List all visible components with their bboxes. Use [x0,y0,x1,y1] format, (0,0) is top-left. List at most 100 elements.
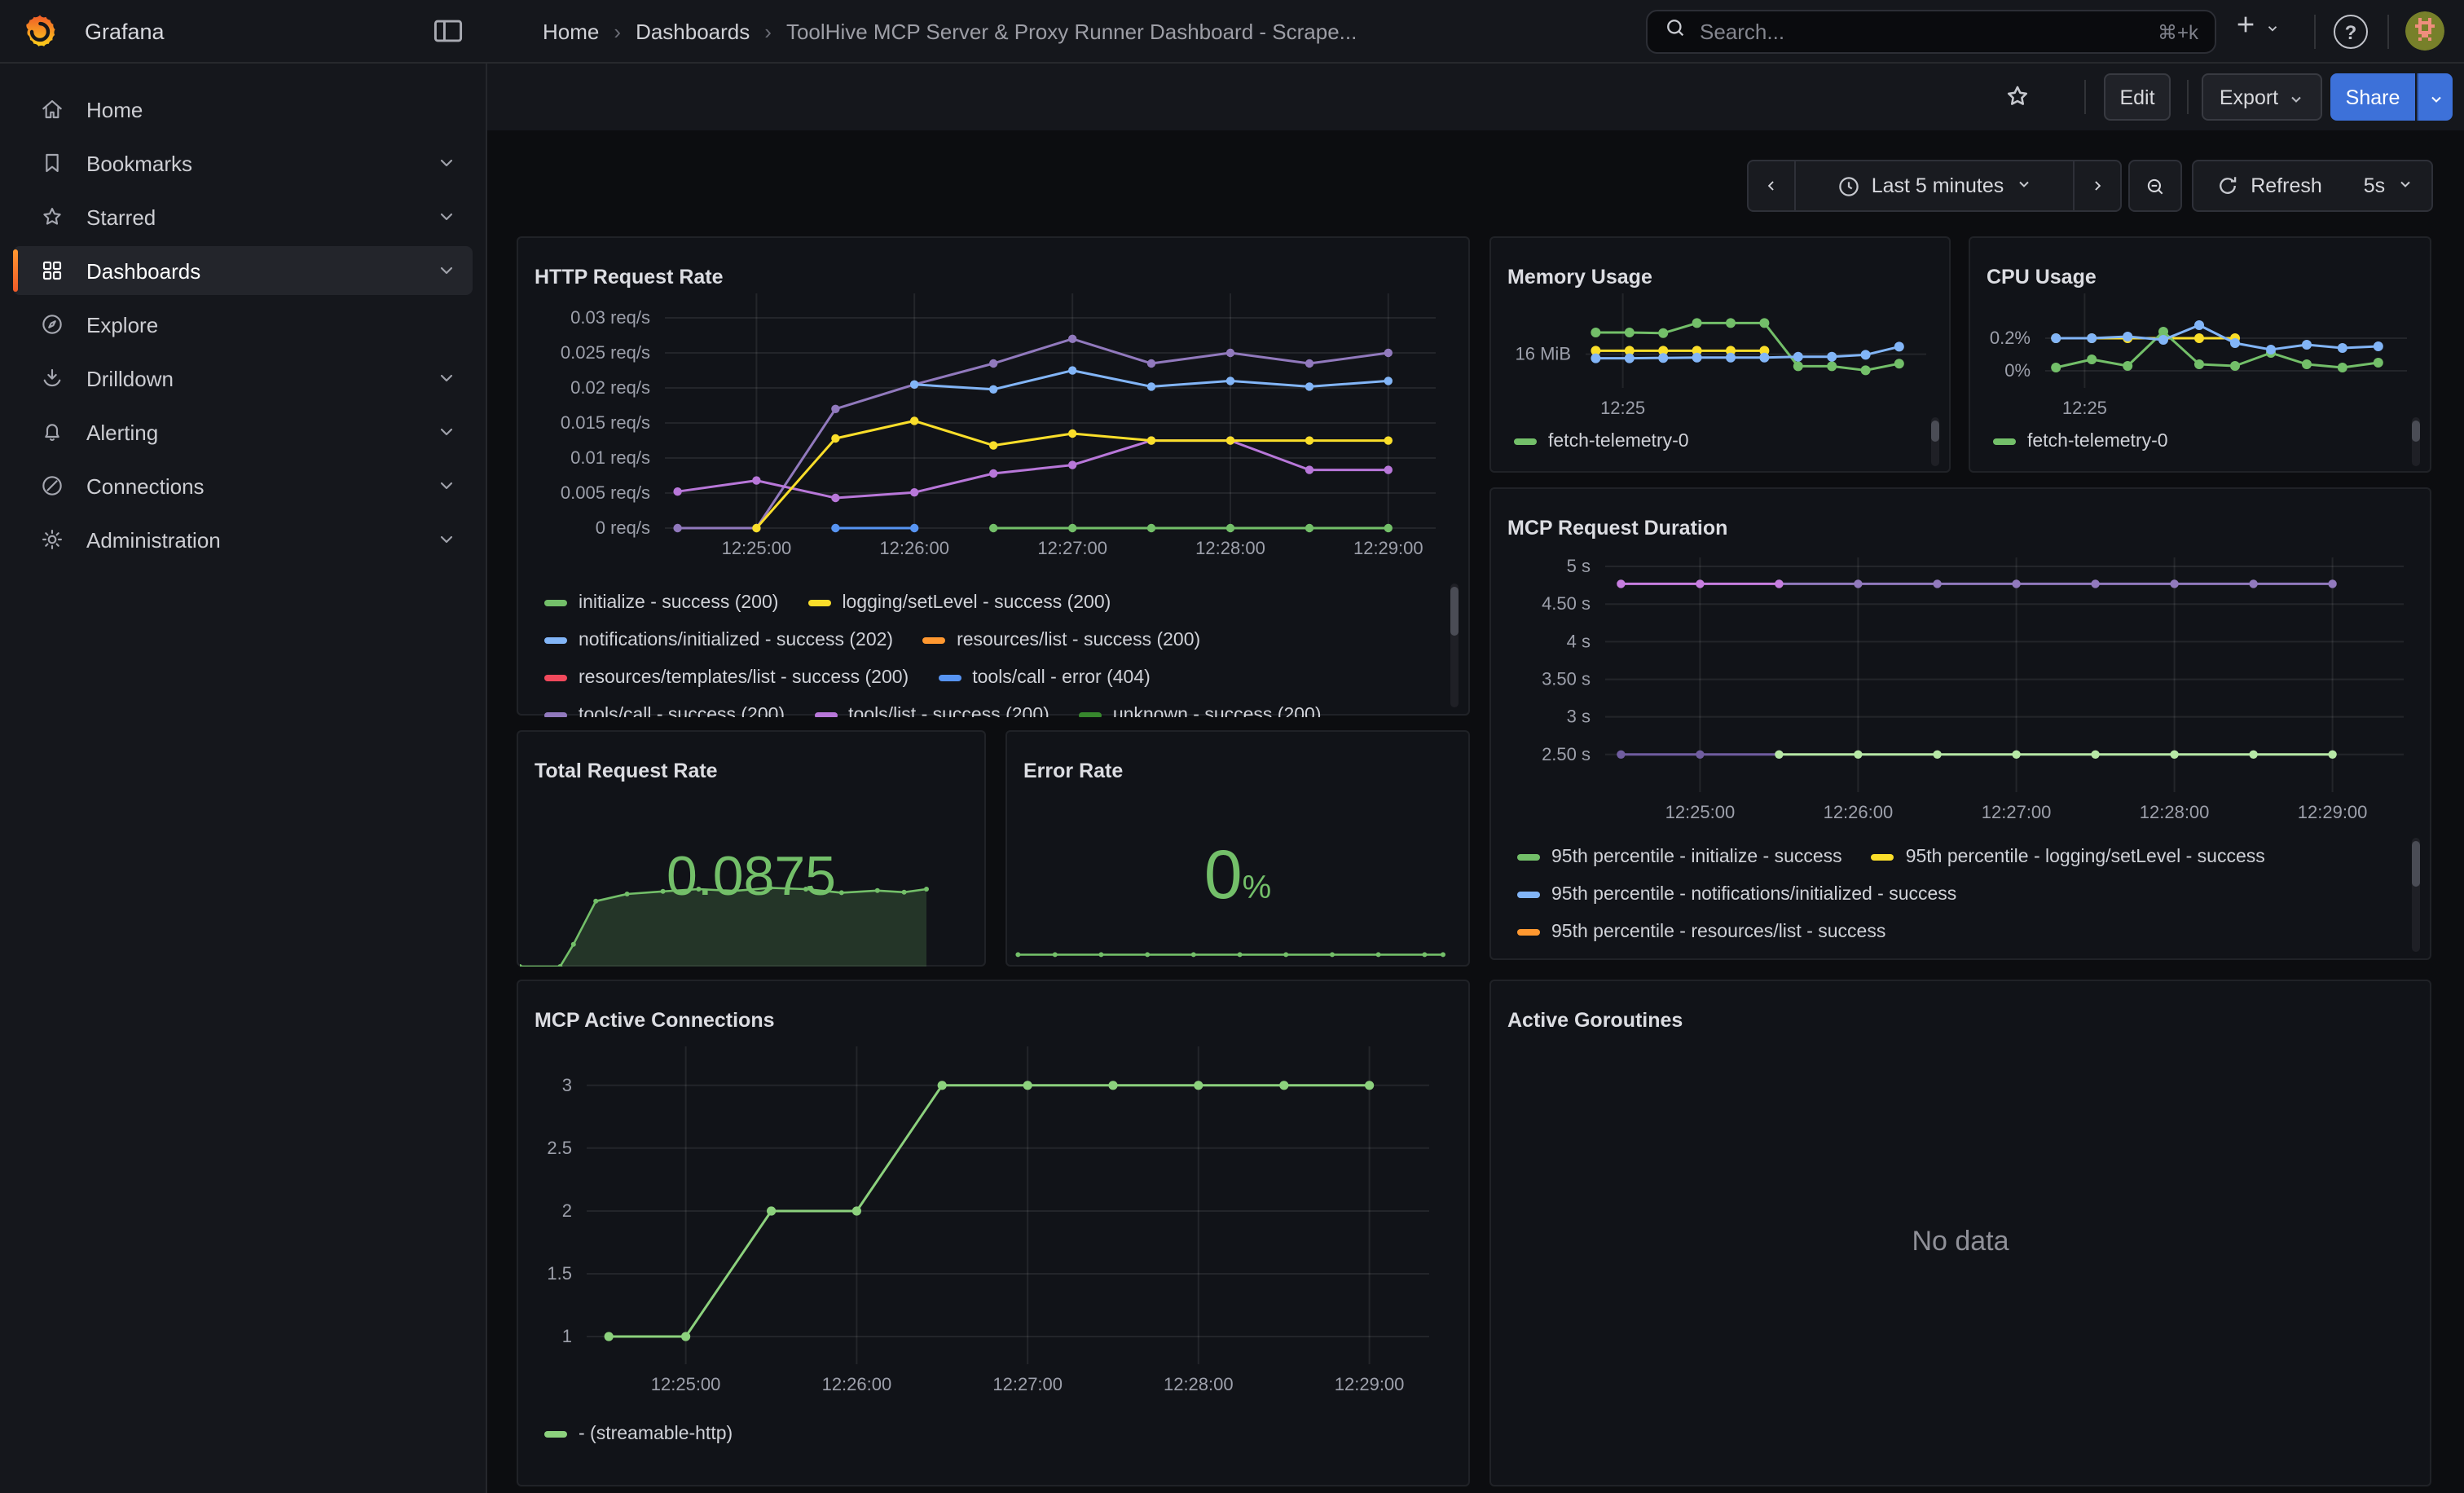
panel-title[interactable]: MCP Request Duration [1507,517,1727,540]
grafana-logo-icon [21,13,59,51]
panel-title[interactable]: Memory Usage [1507,266,1652,289]
user-avatar[interactable] [2405,11,2444,51]
legend-swatch [544,636,567,643]
edit-button[interactable]: Edit [2104,73,2171,121]
legend-label: - (streamable-http) [579,1424,733,1443]
add-new-button[interactable] [2233,11,2280,46]
plug-icon [39,473,65,499]
panel-error-rate: Error Rate 0% [1005,730,1470,967]
chevron-down-icon [2396,174,2413,197]
legend-label: 95th percentile - logging/setLevel - suc… [1906,847,2265,866]
compass-icon [39,311,65,337]
legend-scrollbar[interactable] [1450,584,1459,707]
panel-title[interactable]: CPU Usage [1987,266,2097,289]
panel-title[interactable]: MCP Active Connections [535,1010,775,1033]
search-input[interactable]: Search... ⌘+k [1646,10,2216,54]
legend-item[interactable]: unknown - success (200) [1079,705,1322,717]
sidebar-item-explore[interactable]: Explore [13,300,473,349]
svg-text:0 req/s: 0 req/s [596,517,650,538]
legend-item[interactable]: 95th percentile - initialize - success [1517,847,1842,866]
sidebar-item-starred[interactable]: Starred [13,192,473,241]
time-back-button[interactable] [1747,160,1796,212]
legend-row: 95th percentile - notifications/initiali… [1517,875,2397,913]
share-menu-caret-button[interactable] [2417,73,2453,121]
time-forward-button[interactable] [2073,160,2122,212]
legend-scrollbar[interactable] [2412,417,2420,466]
export-button[interactable]: Export [2202,73,2322,121]
legend-swatch [922,636,945,643]
svg-text:0%: 0% [2004,360,2031,381]
svg-text:0.02 req/s: 0.02 req/s [570,377,650,398]
breadcrumb: Home › Dashboards › ToolHive MCP Server … [543,0,1357,64]
sidebar-item-label: Administration [86,527,437,552]
legend-item[interactable]: tools/call - error (404) [938,667,1151,687]
panel-title[interactable]: HTTP Request Rate [535,266,724,289]
legend-swatch [1993,438,2016,444]
sidebar-item-label: Home [86,97,456,121]
breadcrumb-dashboards[interactable]: Dashboards [636,20,750,44]
divider [2314,15,2316,49]
search-shortcut: ⌘+k [2158,20,2198,43]
sidebar-item-connections[interactable]: Connections [13,461,473,510]
chevron-down-icon [437,368,456,388]
legend-row: initialize - success (200) logging/setLev… [544,584,1441,621]
chevron-down-icon [437,153,456,173]
sidebar-item-bookmarks[interactable]: Bookmarks [13,139,473,187]
legend-item[interactable]: 95th percentile - notifications/initiali… [1517,884,1956,904]
chevron-down-icon [437,530,456,549]
legend-item[interactable]: tools/list - success (200) [814,705,1049,717]
legend-swatch [1872,853,1894,860]
legend-label: fetch-telemetry-0 [2027,431,2168,451]
time-range-picker[interactable]: Last 5 minutes [1794,160,2075,212]
svg-text:12:25: 12:25 [1600,398,1645,418]
duration-legend: 95th percentile - initialize - success 95… [1517,838,2397,958]
legend-item[interactable]: resources/list - success (200) [922,630,1200,650]
legend-item[interactable]: - (streamable-http) [544,1424,733,1443]
legend-item[interactable]: fetch-telemetry-0 [1993,431,2168,451]
legend-label: 95th percentile - notifications/initiali… [1551,884,1956,904]
legend-item[interactable]: initialize - success (200) [544,592,778,612]
legend-swatch [544,1430,567,1437]
legend-item[interactable]: fetch-telemetry-0 [1514,431,1689,451]
breadcrumb-home[interactable]: Home [543,20,599,44]
home-icon [39,96,65,122]
legend-row: - (streamable-http) [544,1415,1424,1452]
svg-text:4 s: 4 s [1567,631,1591,651]
legend-item[interactable]: 95th percentile - resources/list - succe… [1517,922,1885,941]
legend-scrollbar[interactable] [2412,838,2420,952]
panel-title[interactable]: Active Goroutines [1507,1010,1683,1033]
chevron-down-icon [437,261,456,280]
legend-item[interactable]: notifications/initialized - success (202… [544,630,893,650]
sidebar-item-drilldown[interactable]: Drilldown [13,354,473,403]
help-button[interactable]: ? [2334,15,2368,49]
share-button[interactable]: Share [2330,73,2415,121]
sidebar: Home Bookmarks Starred Dashboards Explore Dri… [0,64,487,1493]
svg-text:0.005 req/s: 0.005 req/s [561,482,650,503]
legend-item[interactable]: tools/call - success (200) [544,705,785,717]
error-rate-value: 0% [1007,836,1468,914]
svg-text:0.01 req/s: 0.01 req/s [570,447,650,468]
zoom-out-button[interactable] [2128,160,2182,212]
legend-label: tools/call - error (404) [972,667,1151,687]
legend-label: unknown - success (200) [1113,705,1322,717]
sidebar-item-dashboards[interactable]: Dashboards [13,246,473,295]
sidebar-item-alerting[interactable]: Alerting [13,407,473,456]
legend-scrollbar[interactable] [1931,417,1939,466]
sidebar-item-administration[interactable]: Administration [13,515,473,564]
favorite-star-icon[interactable] [2003,81,2032,111]
drilldown-icon [39,365,65,391]
legend-item[interactable]: logging/setLevel - success (200) [807,592,1111,612]
legend-swatch [544,674,567,680]
svg-text:1.5: 1.5 [547,1263,572,1284]
refresh-button[interactable]: Refresh [2192,160,2347,212]
legend-item[interactable]: resources/templates/list - success (200) [544,667,909,687]
divider [2387,15,2389,49]
svg-text:12:27:00: 12:27:00 [1982,802,2052,822]
legend-item[interactable]: 95th percentile - logging/setLevel - suc… [1872,847,2265,866]
sidebar-toggle-icon[interactable] [430,13,469,52]
refresh-interval-dropdown[interactable]: 5s [2345,160,2433,212]
legend-row: 95th percentile - initialize - success 95… [1517,838,2397,875]
sidebar-item-home[interactable]: Home [13,85,473,134]
chevron-down-icon [437,207,456,227]
legend-row: 95th percentile - resources/list - succe… [1517,913,2397,950]
